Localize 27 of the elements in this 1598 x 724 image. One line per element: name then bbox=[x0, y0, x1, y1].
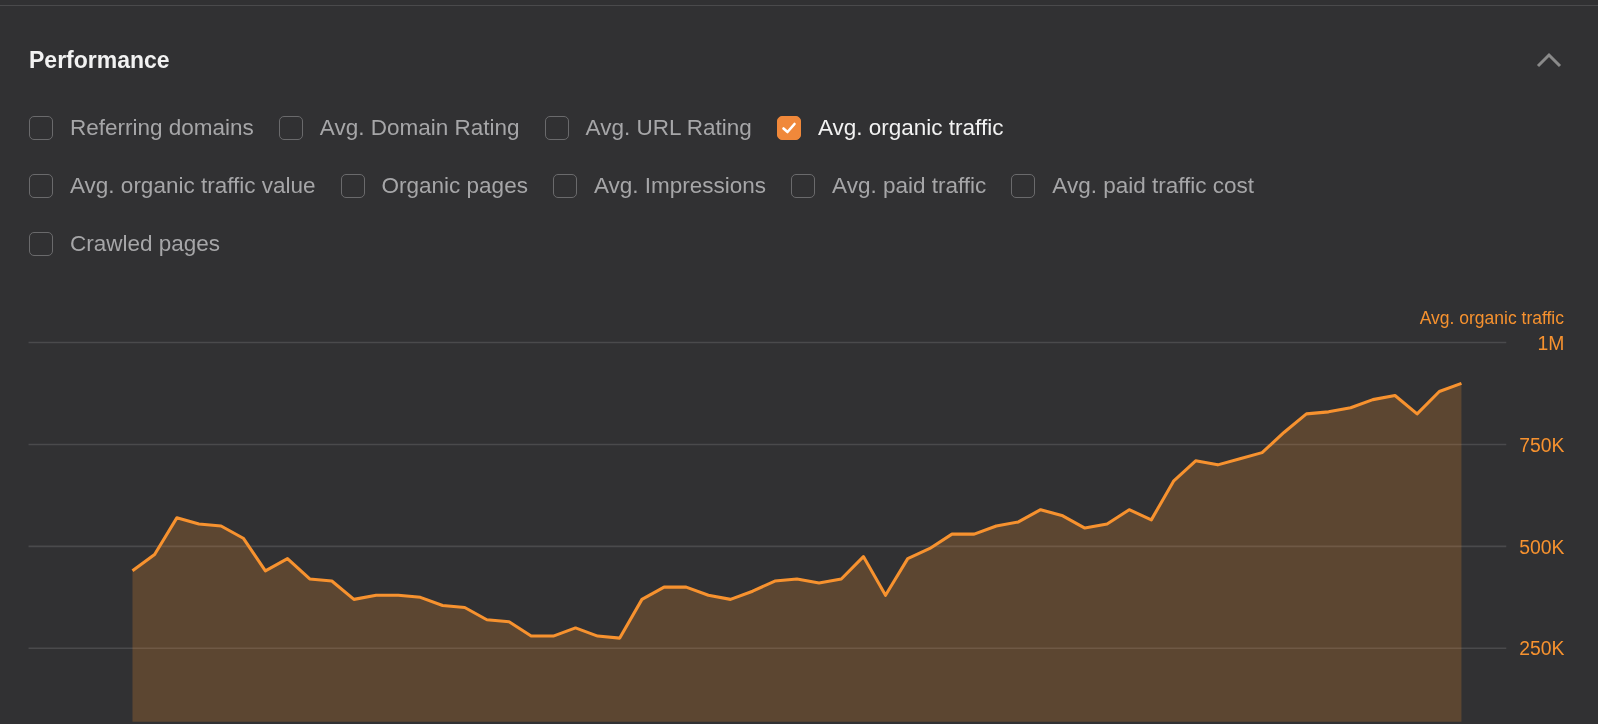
axis-tick-label: 750K bbox=[1519, 433, 1565, 456]
checkbox[interactable] bbox=[791, 174, 816, 198]
checkbox-label[interactable]: Referring domains bbox=[70, 115, 254, 141]
axis-tick-label: 500K bbox=[1519, 535, 1565, 558]
checkbox-label[interactable]: Avg. organic traffic value bbox=[70, 173, 316, 199]
checkbox-label[interactable]: Avg. URL Rating bbox=[585, 115, 752, 141]
checkbox-label[interactable]: Avg. Impressions bbox=[593, 173, 767, 199]
axis-tick-label: 1M bbox=[1537, 331, 1565, 354]
checkbox[interactable] bbox=[1011, 174, 1036, 198]
series-label: Avg. organic traffic bbox=[1419, 308, 1564, 330]
checkbox[interactable] bbox=[29, 116, 53, 140]
checkbox-label[interactable]: Crawled pages bbox=[70, 231, 221, 257]
checkbox[interactable] bbox=[776, 116, 801, 140]
checkbox-label[interactable]: Avg. organic traffic bbox=[817, 115, 1004, 141]
checkbox[interactable] bbox=[544, 116, 569, 140]
checkbox-label[interactable]: Avg. Domain Rating bbox=[319, 115, 520, 141]
checkbox-label[interactable]: Avg. paid traffic cost bbox=[1052, 173, 1255, 199]
checkbox[interactable] bbox=[29, 174, 53, 198]
checkbox[interactable] bbox=[278, 116, 303, 140]
axis-tick-label: 250K bbox=[1519, 637, 1565, 660]
chevron-up-icon[interactable] bbox=[1536, 52, 1562, 68]
panel-title: Performance bbox=[29, 46, 170, 74]
checkbox-label[interactable]: Avg. paid traffic bbox=[832, 173, 987, 199]
checkbox[interactable] bbox=[29, 232, 53, 256]
checkbox[interactable] bbox=[340, 174, 365, 198]
checkbox[interactable] bbox=[552, 174, 577, 198]
checkbox-label[interactable]: Organic pages bbox=[381, 173, 528, 199]
